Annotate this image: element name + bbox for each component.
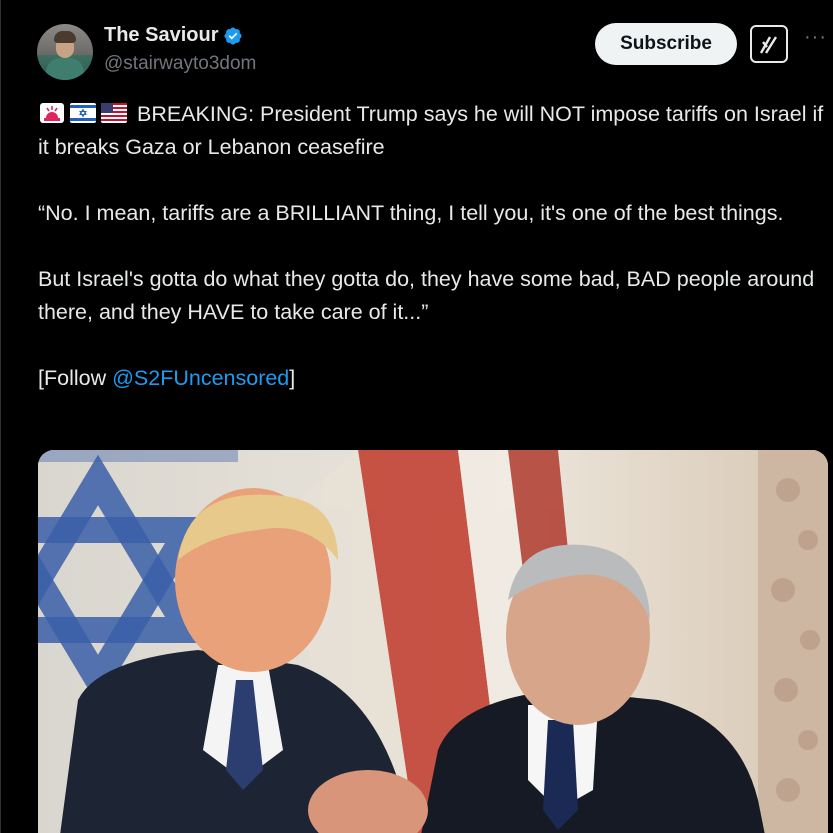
grok-icon [759, 36, 778, 54]
tweet-paragraph-2: “No. I mean, tariffs are a BRILLIANT thi… [38, 201, 784, 225]
tweet-text: BREAKING: President Trump says he will N… [38, 98, 828, 428]
photo-illustration [38, 450, 828, 833]
display-name[interactable]: The Saviour [104, 24, 218, 47]
divider [0, 0, 1, 833]
follow-suffix: ] [289, 366, 296, 390]
author-block: The Saviour @stairwayto3dom [104, 24, 256, 75]
more-options-icon[interactable]: ··· [804, 26, 827, 49]
grok-button[interactable] [750, 25, 788, 63]
verified-badge-icon [224, 26, 243, 45]
israel-flag-icon [70, 103, 96, 123]
rotating-light-icon [40, 103, 64, 123]
author-name-row[interactable]: The Saviour [104, 24, 243, 47]
avatar-body [46, 58, 84, 80]
mention-link[interactable]: @S2FUncensored [112, 366, 289, 390]
tweet-photo[interactable] [38, 450, 828, 833]
tweet-paragraph-1: BREAKING: President Trump says he will N… [38, 98, 828, 164]
us-flag-icon [101, 103, 127, 123]
subscribe-button[interactable]: Subscribe [595, 23, 737, 65]
avatar[interactable] [37, 24, 93, 80]
tweet-paragraph-3: But Israel's gotta do what they gotta do… [38, 267, 815, 324]
handle[interactable]: @stairwayto3dom [104, 53, 256, 75]
follow-prefix: [Follow [38, 366, 113, 390]
tweet-card: The Saviour @stairwayto3dom Subscribe ··… [0, 0, 833, 833]
tweet-paragraph-follow: [Follow @S2FUncensored] [38, 362, 828, 395]
avatar-hair [54, 31, 76, 43]
tweet-header: The Saviour @stairwayto3dom Subscribe ··… [37, 20, 833, 82]
tweet-headline: BREAKING: President Trump says he will N… [38, 102, 824, 159]
